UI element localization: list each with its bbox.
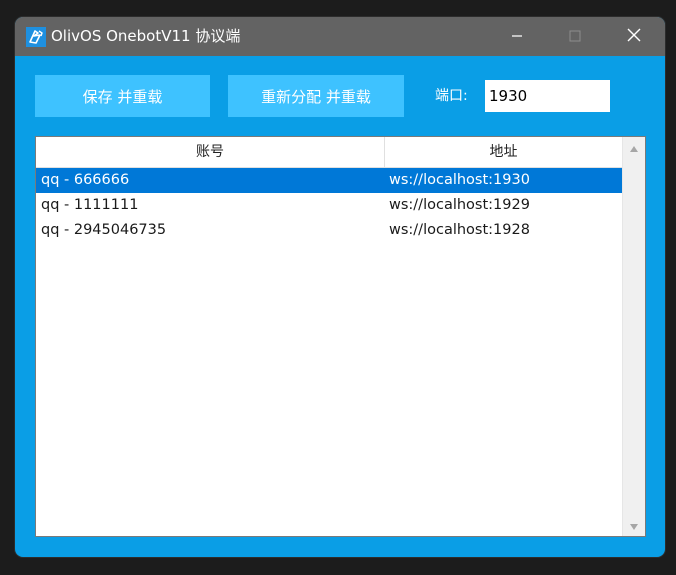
reallocate-reload-button[interactable]: 重新分配 并重载 [228,75,404,117]
cell-account: qq - 1111111 [41,197,139,213]
window-title: OlivOS OnebotV11 协议端 [51,27,241,45]
account-table[interactable]: 账号 地址 qq - 666666 ws://localhost:1930 qq… [35,136,646,537]
title-bar[interactable]: OlivOS OnebotV11 协议端 [15,17,665,56]
scroll-down-arrow-icon [629,516,639,535]
table-row[interactable]: qq - 2945046735 ws://localhost:1928 [36,218,622,243]
minimize-icon [511,27,523,46]
minimize-button[interactable] [488,17,546,56]
table-row[interactable]: qq - 1111111 ws://localhost:1929 [36,193,622,218]
column-header-account[interactable]: 账号 [36,137,385,167]
scroll-down-button[interactable] [623,517,645,534]
port-input[interactable] [485,80,610,112]
cell-address: ws://localhost:1928 [389,222,530,238]
table-row[interactable]: qq - 666666 ws://localhost:1930 [36,168,622,193]
cell-account: qq - 2945046735 [41,222,167,238]
cell-address: ws://localhost:1930 [389,172,530,188]
scroll-up-button[interactable] [623,139,645,156]
maximize-button[interactable] [546,17,604,56]
close-button[interactable] [605,17,663,56]
vertical-scrollbar[interactable] [622,137,645,536]
port-label: 端口: [435,88,468,104]
column-header-address[interactable]: 地址 [385,137,622,167]
cell-address: ws://localhost:1929 [389,197,530,213]
maximize-icon [569,27,581,46]
table-header: 账号 地址 [36,137,622,168]
scroll-up-arrow-icon [629,138,639,157]
cell-account: qq - 666666 [41,172,130,188]
olivos-app-icon [26,27,46,47]
close-icon [627,27,641,46]
save-reload-button[interactable]: 保存 并重载 [35,75,210,117]
main-window: OlivOS OnebotV11 协议端 保存 并重载 重新分配 并重载 端口:… [15,17,665,557]
